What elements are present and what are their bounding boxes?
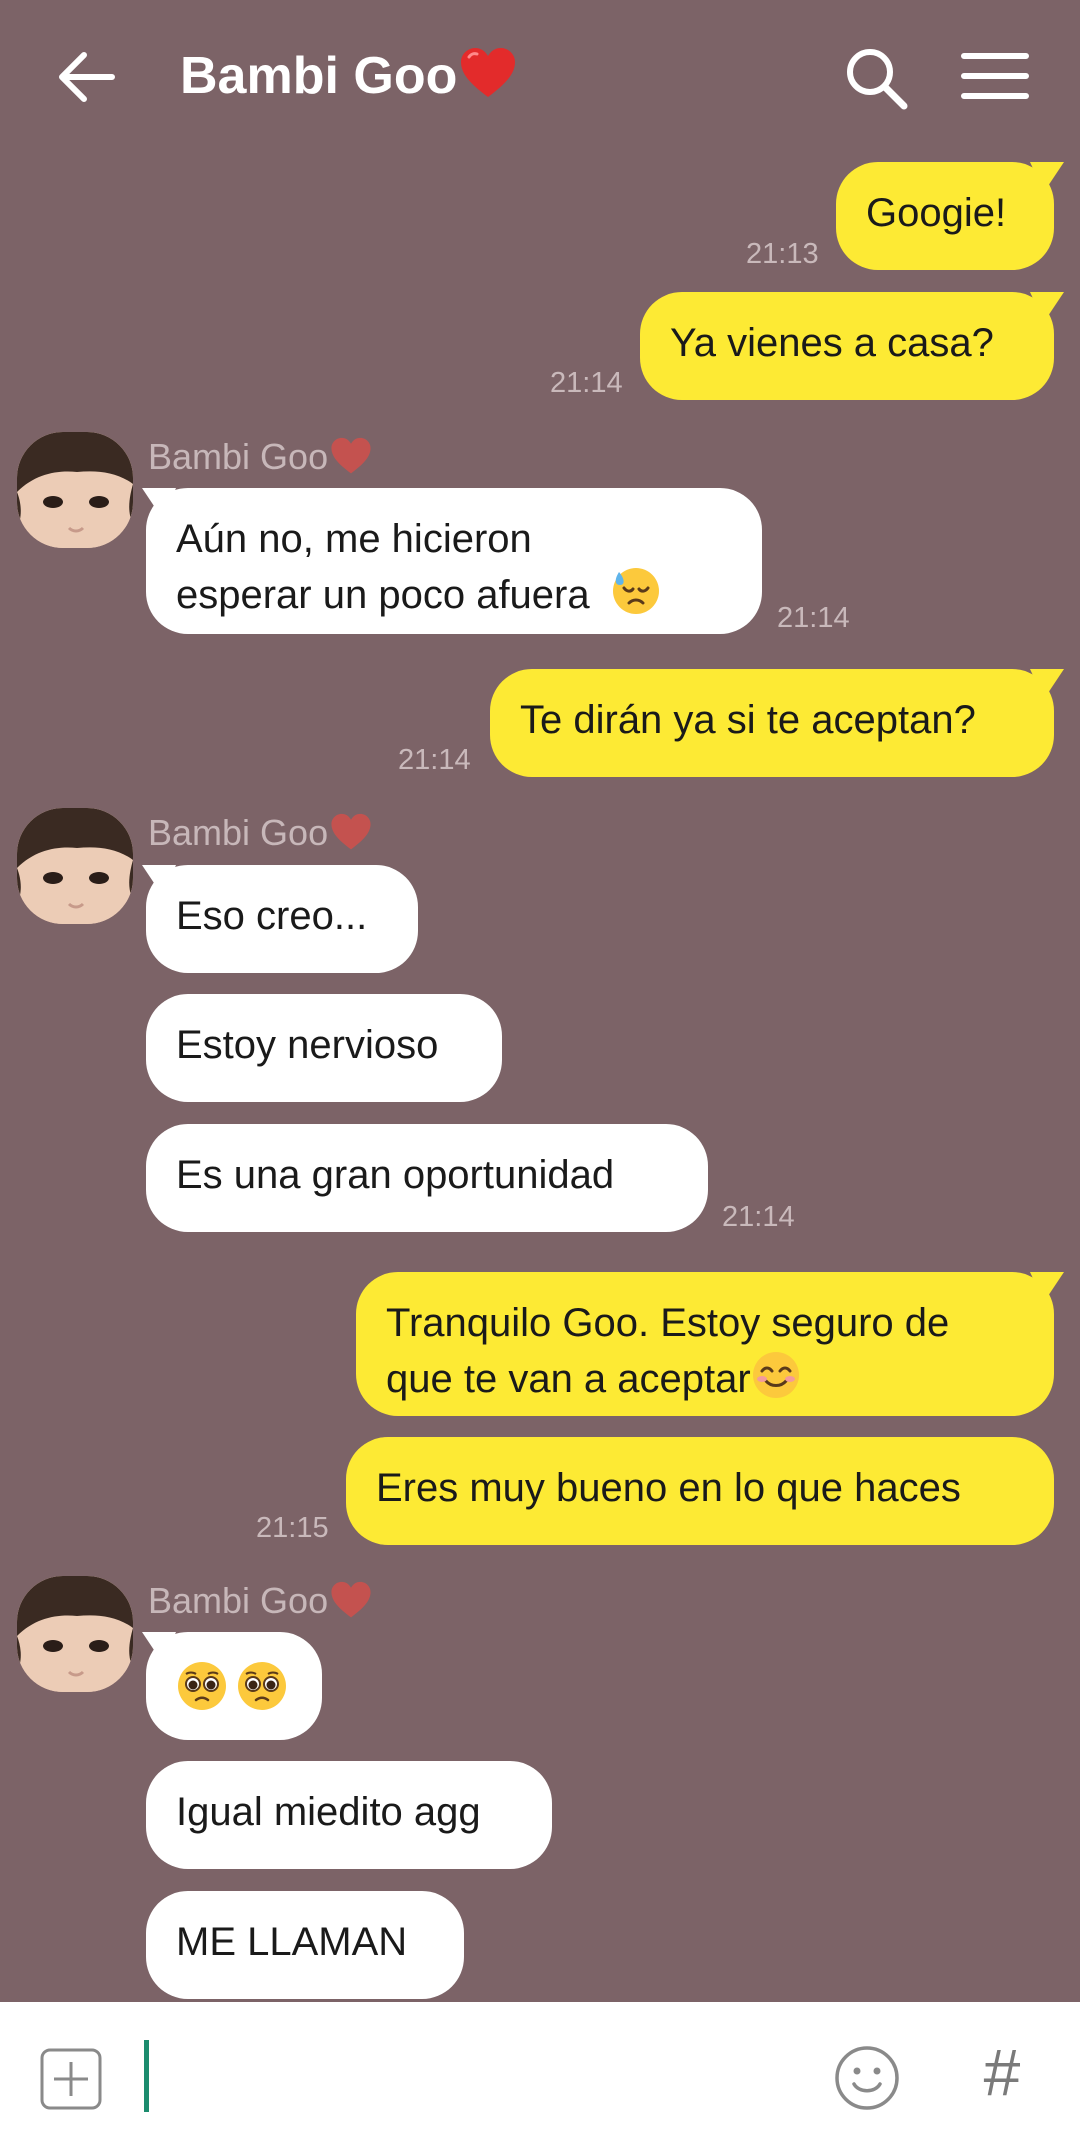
heart-icon bbox=[331, 437, 371, 474]
message-time: 21:15 bbox=[256, 1512, 329, 1544]
hashtag-button[interactable]: # bbox=[972, 2032, 1032, 2112]
message-line-with-emoji: esperar un poco afuera bbox=[176, 566, 732, 622]
message-bubble-incoming[interactable] bbox=[146, 1632, 322, 1740]
heart-icon bbox=[331, 813, 371, 850]
message-time: 21:13 bbox=[746, 238, 819, 270]
sender-name: Bambi Goo bbox=[148, 1580, 372, 1622]
message-bubble-incoming[interactable]: ME LLAMAN bbox=[146, 1891, 464, 1999]
message-time: 21:14 bbox=[550, 367, 623, 399]
message-line: Tranquilo Goo. Estoy seguro de bbox=[386, 1301, 950, 1345]
search-icon bbox=[847, 49, 908, 110]
emoji-button[interactable] bbox=[833, 2044, 901, 2112]
message-bubble-incoming[interactable]: Es una gran oportunidad bbox=[146, 1124, 708, 1232]
avatar-photo bbox=[17, 808, 133, 924]
heart-icon bbox=[461, 48, 516, 97]
message-time: 21:14 bbox=[722, 1201, 795, 1233]
sender-name: Bambi Goo bbox=[148, 436, 372, 478]
message-input-bar: # bbox=[0, 2002, 1080, 2144]
message-text: Ya vienes a casa? bbox=[670, 321, 994, 365]
bubble-tail bbox=[1030, 162, 1064, 192]
message-input[interactable] bbox=[144, 2040, 149, 2112]
hamburger-menu-icon bbox=[961, 53, 1029, 99]
message-bubble-outgoing[interactable]: Eres muy bueno en lo que haces bbox=[346, 1437, 1054, 1545]
message-text: Te dirán ya si te aceptan? bbox=[520, 698, 976, 742]
message-bubble-incoming[interactable]: Eso creo... bbox=[146, 865, 418, 973]
plus-square-icon bbox=[40, 2048, 102, 2110]
message-text: Googie! bbox=[866, 191, 1007, 235]
avatar-photo bbox=[17, 1576, 133, 1692]
sender-name-text: Bambi Goo bbox=[148, 1580, 329, 1621]
heart-icon bbox=[331, 1581, 371, 1618]
downcast-sweat-emoji-icon bbox=[612, 568, 659, 614]
back-button[interactable] bbox=[52, 42, 122, 112]
message-time: 21:14 bbox=[398, 744, 471, 776]
back-arrow-icon bbox=[59, 52, 115, 102]
menu-button[interactable] bbox=[960, 46, 1030, 106]
message-bubble-incoming[interactable]: Aún no, me hicieron esperar un poco afue… bbox=[146, 488, 762, 634]
attach-button[interactable] bbox=[40, 2048, 102, 2110]
message-text: ME LLAMAN bbox=[176, 1920, 408, 1964]
avatar[interactable] bbox=[17, 808, 133, 924]
message-time: 21:14 bbox=[777, 602, 850, 634]
message-text: Estoy nervioso bbox=[176, 1023, 439, 1067]
avatar[interactable] bbox=[17, 432, 133, 548]
message-text: Es una gran oportunidad bbox=[176, 1153, 615, 1197]
chat-title-text: Bambi Goo bbox=[180, 47, 458, 105]
smiling-blush-emoji-icon bbox=[752, 1352, 799, 1398]
message-line: Aún no, me hicieron bbox=[176, 517, 532, 561]
sender-name-text: Bambi Goo bbox=[148, 436, 329, 477]
search-button[interactable] bbox=[840, 42, 912, 114]
message-bubble-incoming[interactable]: Igual miedito agg bbox=[146, 1761, 552, 1869]
message-bubble-outgoing[interactable]: Te dirán ya si te aceptan? bbox=[490, 669, 1054, 777]
message-text: Eres muy bueno en lo que haces bbox=[376, 1466, 961, 1510]
chat-title: Bambi Goo bbox=[180, 46, 517, 106]
bubble-tail bbox=[1030, 292, 1064, 322]
bubble-tail bbox=[1030, 1272, 1064, 1302]
message-line-with-emoji: que te van a aceptar bbox=[386, 1350, 1024, 1406]
avatar[interactable] bbox=[17, 1576, 133, 1692]
bubble-tail bbox=[1030, 669, 1064, 699]
pleading-face-emoji-icon bbox=[178, 1662, 286, 1710]
message-line: esperar un poco afuera bbox=[176, 573, 590, 617]
sender-name-text: Bambi Goo bbox=[148, 812, 329, 853]
message-bubble-outgoing[interactable]: Tranquilo Goo. Estoy seguro de que te va… bbox=[356, 1272, 1054, 1416]
message-text: Eso creo... bbox=[176, 894, 368, 938]
sender-name: Bambi Goo bbox=[148, 812, 372, 854]
avatar-photo bbox=[17, 432, 133, 548]
message-bubble-outgoing[interactable]: Googie! bbox=[836, 162, 1054, 270]
message-line: que te van a aceptar bbox=[386, 1357, 751, 1401]
message-text: Igual miedito agg bbox=[176, 1790, 481, 1834]
message-bubble-incoming[interactable]: Estoy nervioso bbox=[146, 994, 502, 1102]
message-bubble-outgoing[interactable]: Ya vienes a casa? bbox=[640, 292, 1054, 400]
chat-header: Bambi Goo bbox=[0, 0, 1080, 150]
smiley-icon bbox=[835, 2046, 899, 2110]
